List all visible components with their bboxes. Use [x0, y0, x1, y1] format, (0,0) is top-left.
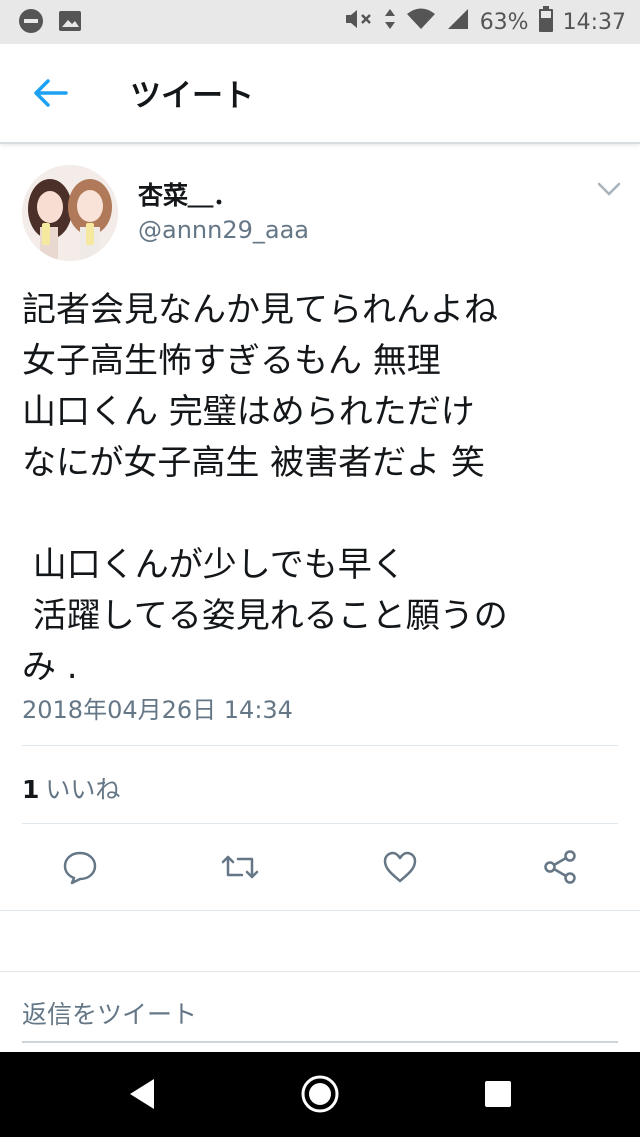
nav-home-button[interactable] [300, 1074, 340, 1114]
tweet-menu-button[interactable] [596, 180, 622, 198]
tweet-line [22, 489, 622, 540]
tweet-line: 記者会見なんか見てられんよね [22, 290, 498, 330]
avatar[interactable] [22, 165, 118, 261]
battery-icon [538, 6, 553, 38]
mute-icon [344, 7, 374, 37]
arrow-left-icon [34, 79, 68, 107]
retweet-button[interactable] [220, 847, 260, 887]
tweet-line: 山口くんが少しでも早く [22, 545, 406, 585]
nav-recents-button[interactable] [478, 1074, 518, 1114]
status-bar: 63% 14:37 [0, 0, 640, 44]
back-triangle-icon [130, 1079, 154, 1109]
tweet-timestamp: 2018年04月26日 14:34 [22, 696, 293, 724]
system-navigation-bar [0, 1052, 640, 1137]
nav-back-button[interactable] [122, 1074, 162, 1114]
battery-percent: 63% [479, 9, 529, 35]
reply-icon [63, 851, 97, 885]
wifi-icon [406, 7, 436, 37]
likes-count[interactable]: 1 いいね [22, 770, 120, 806]
app-header: ツイート [0, 44, 640, 144]
avatar-image [22, 165, 118, 261]
like-button[interactable] [380, 847, 420, 887]
display-name[interactable]: 杏菜＿． [138, 176, 238, 212]
tweet-line: 活躍してる姿見れること願うの [22, 596, 508, 636]
section-separator [0, 910, 640, 972]
chevron-down-icon [597, 182, 621, 196]
divider [22, 745, 618, 746]
user-handle[interactable]: @annn29_aaa [138, 216, 309, 244]
clock: 14:37 [562, 9, 626, 35]
back-button[interactable] [30, 76, 70, 110]
home-circle-icon [301, 1075, 339, 1113]
gallery-notification-icon [58, 9, 82, 37]
retweet-icon [221, 855, 259, 879]
do-not-disturb-icon [18, 8, 44, 38]
recents-square-icon [485, 1081, 511, 1107]
share-icon [544, 850, 576, 884]
tweet-line: 女子高生怖すぎるもん 無理 [22, 341, 441, 381]
tweet-line: み . [22, 647, 78, 687]
like-count-label: いいね [45, 775, 121, 804]
tweet-text: 記者会見なんか見てられんよね 女子高生怖すぎるもん 無理 山口くん 完璧はめられ… [22, 285, 622, 693]
reply-button[interactable] [60, 847, 100, 887]
data-transfer-icon [384, 7, 396, 37]
signal-icon [446, 7, 470, 37]
share-button[interactable] [540, 847, 580, 887]
like-count-number: 1 [22, 775, 40, 804]
reply-input[interactable]: 返信をツイート [22, 995, 618, 1043]
page-title: ツイート [130, 78, 254, 114]
tweet-line: 山口くん 完璧はめられただけ [22, 392, 475, 432]
tweet-line: なにが女子高生 被害者だよ 笑 [22, 443, 485, 483]
divider [22, 823, 618, 824]
heart-icon [383, 851, 417, 883]
